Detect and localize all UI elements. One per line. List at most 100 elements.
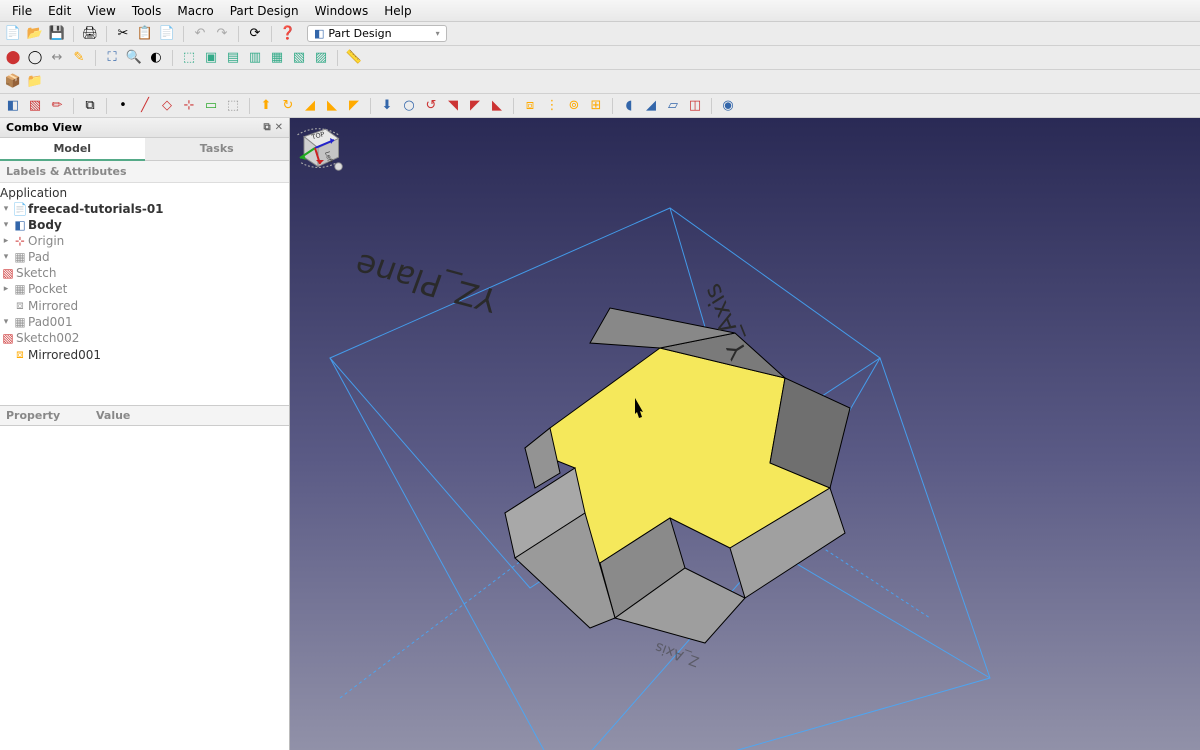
float-icon[interactable]: ⧉	[263, 122, 270, 133]
panel-title-bar: Combo View ⧉ ✕	[0, 118, 289, 138]
fillet-icon[interactable]: ◖	[620, 97, 638, 115]
tree-body[interactable]: ▾◧Body	[0, 217, 289, 233]
print-icon[interactable]: 🖨	[81, 25, 99, 43]
tree-origin[interactable]: ▸⊹Origin	[0, 233, 289, 249]
record-icon[interactable]: ⬤	[4, 49, 22, 67]
pad-icon[interactable]: ⬆	[257, 97, 275, 115]
tree-sketch002[interactable]: ▧Sketch002	[0, 330, 289, 346]
tree-doc[interactable]: ▾📄freecad-tutorials-01	[0, 201, 289, 217]
tree-sketch[interactable]: ▧Sketch	[0, 265, 289, 281]
point-icon[interactable]: •	[114, 97, 132, 115]
view-left-icon[interactable]: ▨	[312, 49, 330, 67]
primitive-s-icon[interactable]: ◣	[488, 97, 506, 115]
menu-edit[interactable]: Edit	[40, 2, 79, 20]
tree-pocket[interactable]: ▸▦Pocket	[0, 281, 289, 297]
polar-pattern-icon[interactable]: ⊚	[565, 97, 583, 115]
menu-partdesign[interactable]: Part Design	[222, 2, 307, 20]
view-iso-icon[interactable]: ⬚	[180, 49, 198, 67]
toolbar-3: 📦 📁	[0, 70, 1200, 94]
multi-transform-icon[interactable]: ⊞	[587, 97, 605, 115]
hole-icon[interactable]: ○	[400, 97, 418, 115]
plane-icon[interactable]: ◇	[158, 97, 176, 115]
group-icon[interactable]: 📁	[26, 73, 44, 91]
loft-a-icon[interactable]: ◢	[301, 97, 319, 115]
tree-mirrored[interactable]: ⧈Mirrored	[0, 297, 289, 314]
zoom-icon[interactable]: 🔍	[125, 49, 143, 67]
shapebinder-icon[interactable]: ▭	[202, 97, 220, 115]
mirrored-icon[interactable]: ⧈	[521, 97, 539, 115]
view-right-icon[interactable]: ▥	[246, 49, 264, 67]
sketch-icon: ▧	[0, 266, 16, 280]
model-tree[interactable]: Application ▾📄freecad-tutorials-01 ▾◧Bod…	[0, 183, 289, 365]
undo-icon[interactable]: ↶	[191, 25, 209, 43]
tree-app[interactable]: Application	[0, 185, 289, 201]
sketch-icon: ▧	[0, 331, 16, 345]
tab-tasks[interactable]: Tasks	[145, 138, 290, 161]
tree-pad001[interactable]: ▾▦Pad001	[0, 314, 289, 330]
revolution-icon[interactable]: ↻	[279, 97, 297, 115]
view-front-icon[interactable]: ▣	[202, 49, 220, 67]
pipe-s-icon[interactable]: ◤	[466, 97, 484, 115]
separator-icon	[249, 98, 250, 114]
lcs-icon[interactable]: ⊹	[180, 97, 198, 115]
redo-icon[interactable]: ↷	[213, 25, 231, 43]
menu-view[interactable]: View	[79, 2, 123, 20]
new-file-icon[interactable]: 📄	[4, 25, 22, 43]
separator-icon	[513, 98, 514, 114]
body-icon: ◧	[12, 218, 28, 232]
measure-linear-icon[interactable]: 📏	[345, 49, 363, 67]
groove-icon[interactable]: ↺	[422, 97, 440, 115]
edit-icon[interactable]: ✎	[70, 49, 88, 67]
thickness-icon[interactable]: ◫	[686, 97, 704, 115]
line-icon[interactable]: ╱	[136, 97, 154, 115]
boolean-icon[interactable]: ◉	[719, 97, 737, 115]
chamfer-icon[interactable]: ◢	[642, 97, 660, 115]
linear-pattern-icon[interactable]: ⋮	[543, 97, 561, 115]
3d-viewport[interactable]: YZ_Plane Y_Axis Z_Axis ue TOP Left	[290, 118, 1200, 750]
view-bottom-icon[interactable]: ▧	[290, 49, 308, 67]
property-body[interactable]	[0, 426, 289, 750]
document-icon: 📄	[12, 202, 28, 216]
close-icon[interactable]: ✕	[275, 122, 283, 133]
origin-icon: ⊹	[12, 234, 28, 248]
binder-icon[interactable]: ⬚	[224, 97, 242, 115]
property-col: Property	[0, 406, 90, 425]
edit-sketch-icon[interactable]: ✏	[48, 97, 66, 115]
combo-view-panel: Combo View ⧉ ✕ Model Tasks Labels & Attr…	[0, 118, 290, 750]
tree-pad[interactable]: ▾▦Pad	[0, 249, 289, 265]
save-icon[interactable]: 💾	[48, 25, 66, 43]
menu-macro[interactable]: Macro	[169, 2, 221, 20]
menu-help[interactable]: Help	[376, 2, 419, 20]
paste-icon[interactable]: 📄	[158, 25, 176, 43]
view-rear-icon[interactable]: ▦	[268, 49, 286, 67]
separator-icon	[183, 26, 184, 42]
loft-s-icon[interactable]: ◥	[444, 97, 462, 115]
menu-file[interactable]: File	[4, 2, 40, 20]
separator-icon	[172, 50, 173, 66]
refresh-icon[interactable]: ⟳	[246, 25, 264, 43]
part-icon[interactable]: 📦	[4, 73, 22, 91]
body-icon[interactable]: ◧	[4, 97, 22, 115]
measure-icon[interactable]: ↔	[48, 49, 66, 67]
draw-style-icon[interactable]: ◐	[147, 49, 165, 67]
zoom-fit-icon[interactable]: ⛶	[103, 49, 121, 67]
tab-model[interactable]: Model	[0, 138, 145, 161]
primitive-a-icon[interactable]: ◤	[345, 97, 363, 115]
yz-plane-label: YZ_Plane	[350, 246, 504, 320]
pipe-a-icon[interactable]: ◣	[323, 97, 341, 115]
draft-icon[interactable]: ▱	[664, 97, 682, 115]
pocket-icon[interactable]: ⬇	[378, 97, 396, 115]
sketch-icon[interactable]: ▧	[26, 97, 44, 115]
cut-icon[interactable]: ✂	[114, 25, 132, 43]
menu-windows[interactable]: Windows	[307, 2, 377, 20]
workbench-selector[interactable]: ◧ Part Design ▾	[307, 25, 447, 42]
tree-header: Labels & Attributes	[0, 161, 289, 183]
view-top-icon[interactable]: ▤	[224, 49, 242, 67]
open-file-icon[interactable]: 📂	[26, 25, 44, 43]
clone-icon[interactable]: ⧉	[81, 97, 99, 115]
copy-icon[interactable]: 📋	[136, 25, 154, 43]
tree-mirrored001[interactable]: ⧈Mirrored001	[0, 346, 289, 363]
circle-icon[interactable]: ◯	[26, 49, 44, 67]
whatsthis-icon[interactable]: ❓	[279, 25, 297, 43]
menu-tools[interactable]: Tools	[124, 2, 170, 20]
